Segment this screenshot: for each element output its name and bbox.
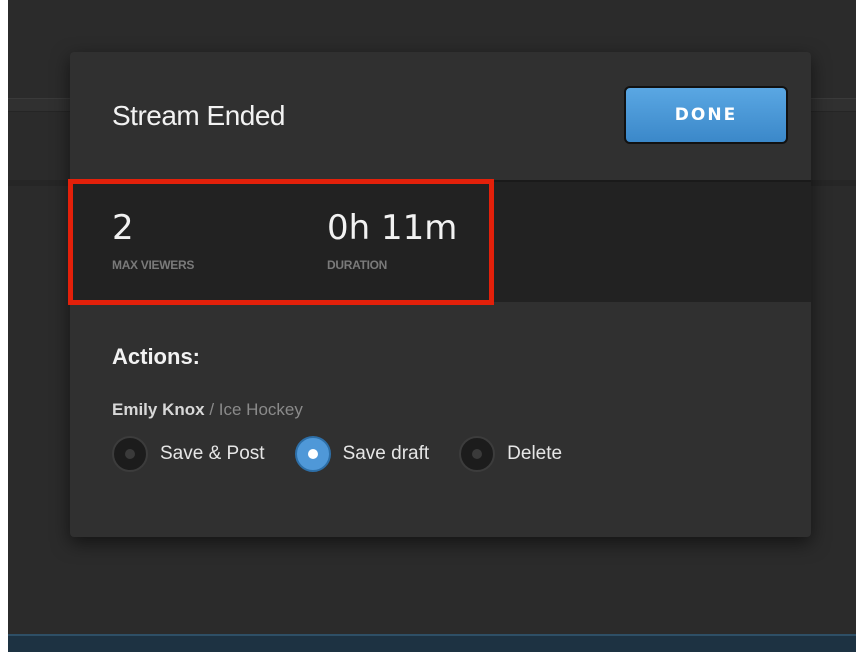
option-save-draft[interactable]: Save draft xyxy=(294,436,430,472)
option-label: Save draft xyxy=(342,443,430,464)
option-label: Delete xyxy=(507,443,563,464)
stat-value: 0h 11m xyxy=(327,208,458,248)
actions-title: Actions: xyxy=(112,344,200,369)
stat-duration: 0h 11m DURATION xyxy=(327,208,457,272)
radio-button[interactable] xyxy=(294,436,331,472)
done-button[interactable]: DONE xyxy=(624,86,788,144)
save-options: Save & Post Save draft Delete xyxy=(112,436,592,472)
option-label: Save & Post xyxy=(160,443,265,464)
stream-user: Emily Knox xyxy=(112,400,205,419)
radio-button[interactable] xyxy=(459,436,496,472)
stream-category: Ice Hockey xyxy=(218,400,303,419)
stat-max-viewers: 2 MAX VIEWERS xyxy=(112,208,194,272)
radio-dot-icon xyxy=(125,449,135,459)
radio-button[interactable] xyxy=(112,436,148,472)
bottom-bar xyxy=(8,634,856,652)
app-screen: Stream Ended DONE 2 MAX VIEWERS 0h 11m D… xyxy=(8,0,856,652)
stream-info: Emily Knox / Ice Hockey xyxy=(112,400,592,420)
stream-ended-dialog: Stream Ended DONE 2 MAX VIEWERS 0h 11m D… xyxy=(70,52,811,537)
actions-section: Actions: Emily Knox / Ice Hockey Save & … xyxy=(112,344,592,472)
stream-stats: 2 MAX VIEWERS 0h 11m DURATION xyxy=(70,182,811,302)
radio-dot-icon xyxy=(307,449,318,459)
stream-separator: / xyxy=(204,400,219,419)
option-save-and-post[interactable]: Save & Post xyxy=(112,436,265,472)
option-delete[interactable]: Delete xyxy=(459,436,562,472)
dialog-title: Stream Ended xyxy=(112,100,286,131)
stat-value: 2 xyxy=(112,208,134,248)
stat-label: MAX VIEWERS xyxy=(112,258,195,272)
radio-dot-icon xyxy=(472,449,483,459)
dialog-header: Stream Ended DONE xyxy=(70,52,811,182)
stat-label: DURATION xyxy=(327,258,388,272)
